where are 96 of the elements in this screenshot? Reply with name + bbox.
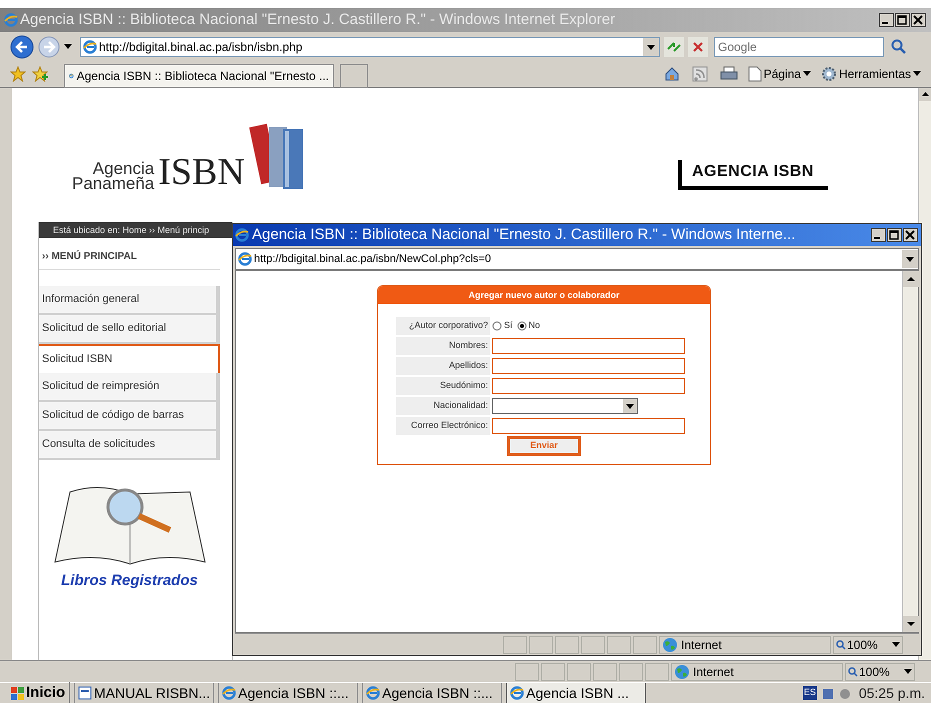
back-button[interactable]	[10, 34, 34, 58]
banner-title: AGENCIA ISBN	[692, 163, 814, 180]
dropdown-arrow-icon[interactable]	[64, 44, 72, 50]
dropdown-arrow-icon	[892, 642, 900, 648]
favorites-star-icon[interactable]	[10, 66, 26, 82]
language-indicator[interactable]: ES	[802, 686, 817, 700]
ie-logo-icon	[235, 228, 249, 242]
status-pane	[581, 636, 605, 654]
field-label: Nombres:	[396, 337, 490, 355]
status-pane	[645, 662, 669, 680]
search-placeholder: Google	[718, 38, 757, 56]
status-pane	[529, 636, 553, 654]
taskbar-button[interactable]: Agencia ISBN ::...	[218, 683, 358, 703]
zoom-icon	[848, 666, 858, 676]
status-pane	[607, 636, 631, 654]
input-field[interactable]	[492, 338, 685, 354]
scroll-up-button[interactable]	[903, 271, 919, 287]
status-pane	[541, 662, 565, 680]
globe-icon	[662, 636, 678, 652]
window-title: Agencia ISBN :: Biblioteca Nacional "Ernesto J. Castillero R." - Windows Internet Explorer	[20, 10, 616, 30]
maximize-button[interactable]	[887, 228, 902, 242]
logo-text: Panameña	[72, 176, 154, 191]
maximize-button[interactable]	[895, 13, 910, 27]
stop-button[interactable]	[688, 36, 708, 56]
gear-icon	[820, 66, 837, 82]
page-menu[interactable]: Página	[764, 65, 801, 83]
clock: 05:25 p.m.	[858, 684, 926, 703]
print-icon[interactable]	[720, 66, 738, 82]
form-title: Agregar nuevo autor o colaborador	[378, 286, 710, 304]
globe-icon	[674, 664, 690, 680]
ie-logo-icon	[222, 686, 236, 700]
input-field[interactable]	[492, 358, 685, 374]
zone-text: Internet	[681, 636, 722, 654]
radio-button[interactable]	[516, 321, 527, 331]
url-text: http://bdigital.binal.ac.pa/isbn/isbn.php	[99, 38, 304, 56]
radio-option[interactable]: Sí	[492, 319, 513, 333]
radio-button[interactable]	[492, 321, 502, 331]
scroll-down-button[interactable]	[903, 616, 919, 632]
field-label: ¿Autor corporativo?	[396, 317, 490, 335]
status-pane	[567, 662, 591, 680]
browser-tab[interactable]: Agencia ISBN :: Biblioteca Nacional "Ernesto ...	[64, 64, 334, 88]
promo-title: Libros Registrados	[61, 571, 198, 591]
logo-text: Agencia	[92, 161, 154, 176]
dropdown-arrow-icon	[904, 668, 912, 674]
ie-logo-icon	[4, 13, 18, 27]
menu-item[interactable]: Solicitud de código de barras	[39, 402, 220, 431]
document-icon	[78, 686, 92, 700]
search-field[interactable]: Google	[714, 36, 884, 56]
status-pane	[633, 636, 657, 654]
field-label: Seudónimo:	[396, 377, 490, 395]
status-pane	[515, 662, 539, 680]
menu-item[interactable]: Solicitud de reimpresión	[39, 373, 220, 402]
search-icon[interactable]	[890, 38, 908, 56]
radio-option[interactable]: No	[516, 319, 540, 333]
status-pane	[555, 636, 579, 654]
ie-logo-icon	[366, 686, 380, 700]
scroll-up-button[interactable]	[919, 88, 931, 101]
status-pane	[619, 662, 643, 680]
refresh-button[interactable]	[664, 36, 684, 56]
close-button[interactable]	[903, 228, 918, 242]
field-label: Nacionalidad:	[396, 397, 490, 415]
windows-logo-icon	[10, 686, 24, 700]
menu-title: ›› MENÚ PRINCIPAL	[41, 249, 137, 264]
dropdown-arrow-icon	[913, 71, 921, 77]
popup-address-field[interactable]: http://bdigital.binal.ac.pa/isbn/NewCol.php?cls=0	[235, 248, 919, 270]
taskbar-button[interactable]: Agencia ISBN ...	[506, 683, 646, 703]
status-pane	[503, 636, 527, 654]
menu-item[interactable]: Solicitud de sello editorial	[39, 315, 220, 344]
home-icon[interactable]	[664, 66, 680, 82]
status-pane	[593, 662, 617, 680]
input-field[interactable]	[492, 378, 685, 394]
field-label: Correo Electrónico:	[396, 417, 490, 435]
zoom-button[interactable]: 100%	[833, 636, 903, 654]
breadcrumb: Está ubicado en: Home ›› Menú princip	[39, 222, 232, 238]
address-field[interactable]: http://bdigital.binal.ac.pa/isbn/isbn.php	[80, 36, 660, 56]
start-button[interactable]: Inicio	[10, 682, 70, 703]
zone-text: Internet	[693, 664, 734, 680]
menu-item[interactable]: Información general	[39, 286, 220, 315]
field-label: Apellidos:	[396, 357, 490, 375]
scrollbar[interactable]	[902, 271, 918, 632]
menu-item[interactable]: Solicitud ISBN	[39, 344, 220, 373]
input-field[interactable]	[492, 418, 685, 434]
close-button[interactable]	[911, 13, 926, 27]
popup-title: Agencia ISBN :: Biblioteca Nacional "Ernesto J. Castillero R." - Windows Interne...	[252, 224, 796, 245]
zoom-icon	[836, 640, 846, 650]
tools-menu[interactable]: Herramientas	[838, 65, 911, 83]
dropdown-arrow-icon	[802, 71, 811, 77]
taskbar-button[interactable]: Agencia ISBN ::...	[362, 683, 502, 703]
minimize-button[interactable]	[871, 228, 886, 242]
logo-mark: ISBN	[158, 153, 245, 191]
dropdown-field[interactable]	[492, 398, 638, 414]
zoom-button[interactable]: 100%	[845, 662, 915, 680]
ie-logo-icon	[510, 686, 524, 700]
taskbar-button[interactable]: MANUAL RISBN...	[74, 683, 214, 703]
menu-item[interactable]: Consulta de solicitudes	[39, 431, 220, 460]
minimize-button[interactable]	[879, 13, 894, 27]
